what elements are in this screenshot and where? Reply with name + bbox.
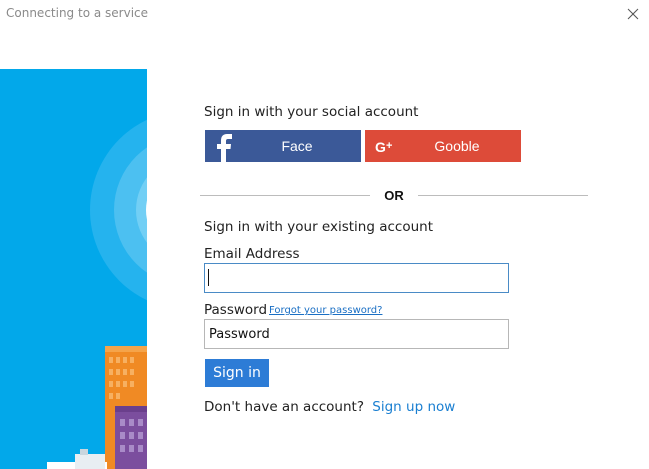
google-button[interactable]: G + Gooble — [365, 130, 521, 162]
password-label: Password — [204, 302, 268, 318]
close-button[interactable] — [619, 2, 647, 26]
facebook-button[interactable]: Face — [205, 130, 361, 162]
social-heading: Sign in with your social account — [204, 104, 419, 120]
title-bar: Connecting to a service — [0, 0, 649, 30]
google-label: Gooble — [434, 138, 480, 154]
divider-right — [418, 195, 588, 196]
email-label: Email Address — [204, 246, 300, 262]
facebook-label: Face — [281, 138, 313, 154]
no-account-text: Don't have an account? — [204, 399, 364, 415]
divider-left — [200, 195, 370, 196]
hero-illustration — [0, 69, 147, 469]
close-icon — [627, 8, 639, 20]
email-field[interactable] — [204, 263, 509, 293]
forgot-password-link[interactable]: Forgot your password? — [269, 305, 382, 316]
or-divider-label: OR — [384, 188, 404, 203]
sign-up-link[interactable]: Sign up now — [372, 399, 455, 415]
window-title: Connecting to a service — [6, 6, 149, 20]
text-caret — [208, 269, 209, 286]
signup-prompt: Don't have an account? Sign up now — [204, 399, 455, 415]
account-heading: Sign in with your existing account — [204, 219, 433, 235]
password-field[interactable] — [204, 319, 509, 349]
city-illustration — [0, 69, 147, 469]
sign-in-button[interactable]: Sign in — [205, 359, 269, 387]
